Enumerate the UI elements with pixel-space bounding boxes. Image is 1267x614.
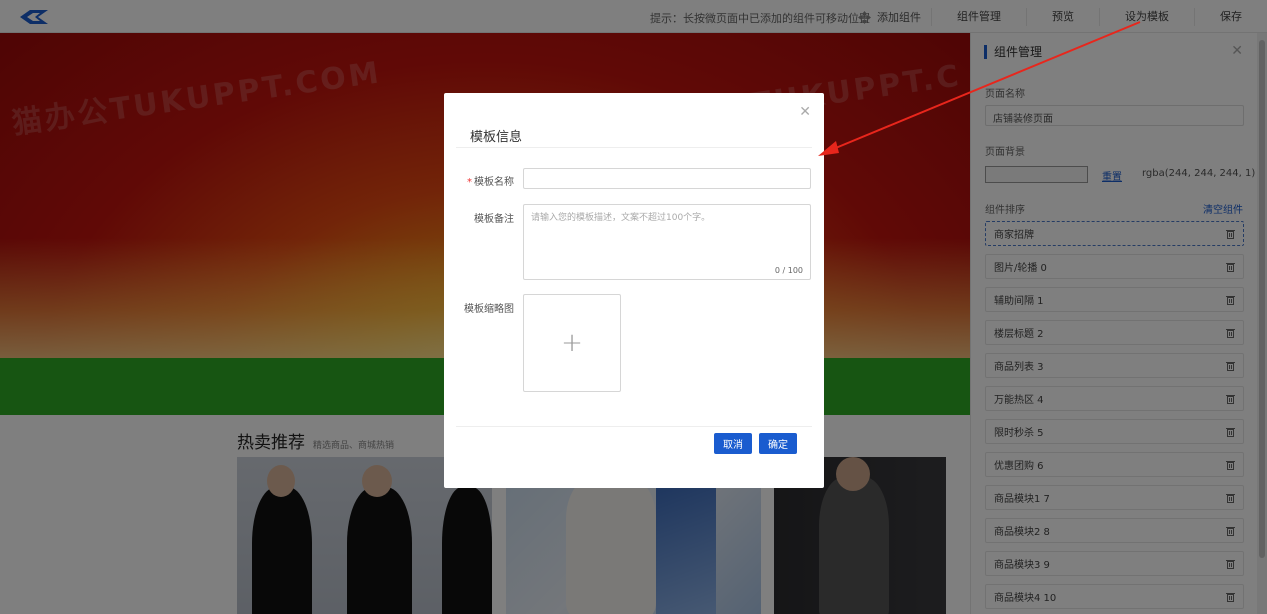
template-name-input[interactable]	[523, 168, 811, 189]
template-remark-textarea[interactable]: 请输入您的模板描述，文案不超过100个字。 0 / 100	[523, 204, 811, 280]
required-mark: *	[467, 177, 472, 188]
plus-icon: +	[561, 328, 583, 358]
char-counter: 0 / 100	[774, 266, 803, 275]
template-name-label: * 模板名称	[467, 173, 514, 188]
thumbnail-upload[interactable]: +	[523, 294, 621, 392]
template-info-dialog: ✕ 模板信息 * 模板名称 模板备注 请输入您的模板描述，文案不超过100个字。 …	[444, 93, 824, 488]
cancel-button[interactable]: 取消	[714, 433, 752, 454]
confirm-button[interactable]: 确定	[759, 433, 797, 454]
close-icon[interactable]: ✕	[799, 104, 811, 120]
template-name-label-text: 模板名称	[474, 177, 514, 188]
divider	[456, 147, 812, 148]
dialog-title: 模板信息	[470, 130, 523, 145]
divider	[456, 426, 812, 427]
template-thumb-label: 模板缩略图	[464, 304, 514, 315]
remark-placeholder: 请输入您的模板描述，文案不超过100个字。	[531, 213, 711, 223]
template-remark-label: 模板备注	[474, 214, 514, 225]
